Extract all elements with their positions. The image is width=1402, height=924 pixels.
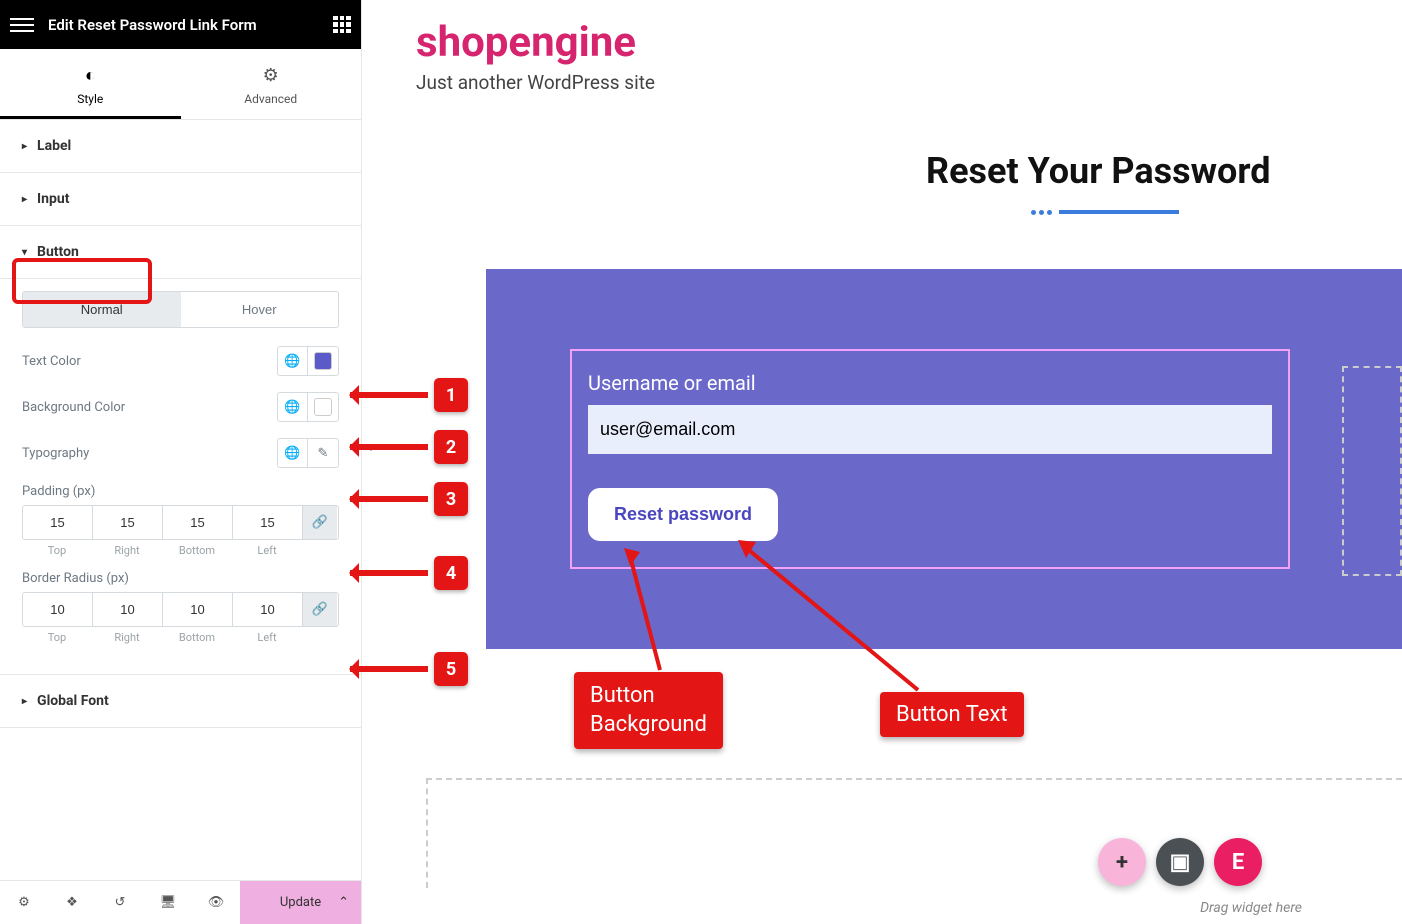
annotation-arrow-2: 2	[350, 430, 468, 464]
ek-templates-button[interactable]: E	[1214, 838, 1262, 886]
radius-sublabels: Top Right Bottom Left	[22, 631, 339, 644]
section-input[interactable]: ▸Input	[0, 173, 361, 226]
control-label: Typography	[22, 446, 89, 461]
caret-right-icon: ▸	[22, 141, 27, 152]
control-label: Text Color	[22, 354, 81, 369]
caret-down-icon: ▾	[22, 247, 27, 258]
globe-icon[interactable]: 🌐	[278, 347, 308, 375]
drop-placeholder[interactable]	[1342, 366, 1402, 576]
tab-label: Advanced	[244, 92, 297, 106]
padding-bottom[interactable]	[163, 506, 233, 539]
form-section: Username or email Reset password	[486, 269, 1402, 649]
radius-left[interactable]	[233, 593, 303, 626]
link-icon[interactable]: 🔗	[303, 506, 337, 539]
editor-title: Edit Reset Password Link Form	[48, 16, 333, 34]
responsive-icon[interactable]: 🖥	[144, 881, 192, 924]
history-icon[interactable]: ↺	[96, 881, 144, 924]
reset-password-button[interactable]: Reset password	[588, 488, 778, 541]
padding-top[interactable]	[23, 506, 93, 539]
caret-right-icon: ▸	[22, 194, 27, 205]
section-button[interactable]: ▾Button	[0, 226, 361, 279]
sidebar-footer: ⚙ ❖ ↺ 🖥 👁 Update ⌃	[0, 880, 361, 924]
padding-right[interactable]	[93, 506, 163, 539]
callout-button-bg: Button Background	[574, 672, 723, 749]
chevron-up-icon: ⌃	[338, 895, 349, 910]
gear-icon: ⚙	[181, 65, 362, 86]
form-widget[interactable]: Username or email Reset password	[570, 349, 1290, 569]
padding-left[interactable]	[233, 506, 303, 539]
annotation-arrow-1: 1	[350, 378, 468, 412]
annotation-arrow-3: 3	[350, 482, 468, 516]
radius-label: Border Radius (px)	[22, 571, 339, 586]
site-tagline: Just another WordPress site	[416, 71, 1402, 94]
radius-inputs: 🔗	[22, 592, 339, 627]
state-hover[interactable]: Hover	[181, 292, 339, 327]
tab-advanced[interactable]: ⚙ Advanced	[181, 49, 362, 119]
update-button[interactable]: Update ⌃	[240, 881, 361, 924]
settings-icon[interactable]: ⚙	[0, 881, 48, 924]
fab-row: + ▣ E	[1098, 838, 1262, 886]
state-tabs: Normal Hover	[22, 291, 339, 328]
text-color-row: Text Color 🌐	[22, 346, 339, 376]
globe-icon[interactable]: 🌐	[278, 439, 308, 467]
navigator-icon[interactable]: ❖	[48, 881, 96, 924]
page-heading: Reset Your Password	[926, 150, 1402, 192]
tab-style[interactable]: ◐ Style	[0, 49, 181, 119]
padding-sublabels: Top Right Bottom Left	[22, 544, 339, 557]
typography-row: Typography 🌐 ✎	[22, 438, 339, 468]
globe-icon[interactable]: 🌐	[278, 393, 308, 421]
annotation-arrow-4: 4	[350, 556, 468, 590]
half-circle-icon: ◐	[0, 65, 181, 86]
site-title[interactable]: shopengine	[416, 18, 1402, 67]
sidebar-header: Edit Reset Password Link Form	[0, 0, 361, 49]
callout-button-text: Button Text	[880, 692, 1024, 737]
button-controls: Normal Hover Text Color 🌐 Background Col…	[0, 279, 361, 728]
bg-color-row: Background Color 🌐	[22, 392, 339, 422]
form-label: Username or email	[588, 371, 1272, 395]
radius-bottom[interactable]	[163, 593, 233, 626]
apps-icon[interactable]	[333, 16, 351, 34]
caret-right-icon: ▸	[22, 696, 27, 707]
menu-icon[interactable]	[10, 13, 34, 37]
radius-top[interactable]	[23, 593, 93, 626]
annotation-arrow-5: 5	[350, 652, 468, 686]
email-field[interactable]	[588, 405, 1272, 454]
padding-inputs: 🔗	[22, 505, 339, 540]
section-label[interactable]: ▸Label	[0, 120, 361, 173]
editor-sidebar: Edit Reset Password Link Form ◐ Style ⚙ …	[0, 0, 362, 924]
control-label: Background Color	[22, 400, 125, 415]
drag-hint: Drag widget here	[1200, 900, 1302, 916]
text-color-swatch[interactable]	[308, 347, 338, 375]
typography-edit[interactable]: ✎	[308, 439, 338, 467]
state-normal[interactable]: Normal	[23, 292, 181, 327]
heading-underline	[1031, 204, 1402, 219]
panel-body: ▸Label ▸Input ▾Button Normal Hover Text …	[0, 120, 361, 880]
bg-color-swatch[interactable]	[308, 393, 338, 421]
tab-label: Style	[77, 92, 103, 106]
radius-right[interactable]	[93, 593, 163, 626]
link-icon[interactable]: 🔗	[303, 593, 337, 626]
editor-tabs: ◐ Style ⚙ Advanced	[0, 49, 361, 120]
section-global-font[interactable]: ▸Global Font	[0, 674, 361, 728]
padding-label: Padding (px)	[22, 484, 339, 499]
add-section-button[interactable]: +	[1098, 838, 1146, 886]
preview-icon[interactable]: 👁	[192, 881, 240, 924]
folder-icon[interactable]: ▣	[1156, 838, 1204, 886]
